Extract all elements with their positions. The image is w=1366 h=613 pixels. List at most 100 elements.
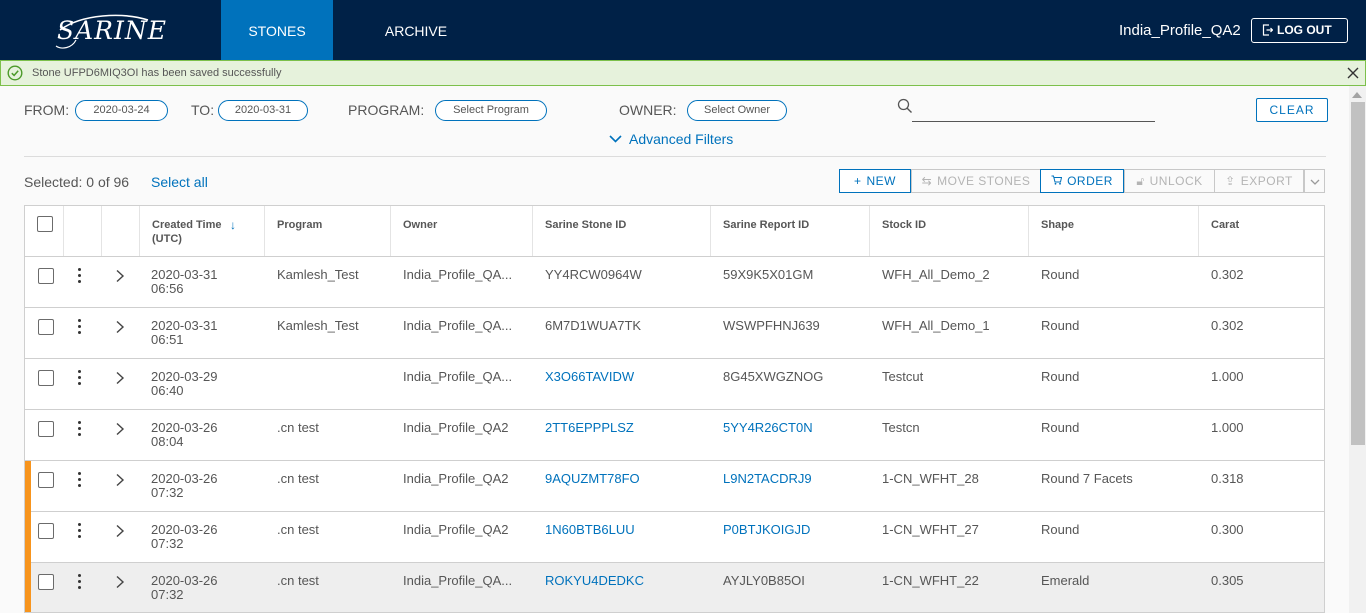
new-button[interactable]: + NEW — [839, 169, 911, 193]
row-menu-kebab-icon[interactable] — [75, 421, 83, 437]
cell-shape: Round — [1041, 420, 1080, 435]
table-row[interactable]: 2020-03-26 07:32 .cn test India_Profile_QA.… — [25, 563, 1324, 612]
cell-stone-id[interactable]: 9AQUZMT78FO — [545, 472, 640, 486]
row-menu-kebab-icon[interactable] — [75, 472, 83, 488]
row-checkbox[interactable] — [38, 268, 54, 284]
created-date: 2020-03-26 — [151, 522, 218, 537]
cell-stone-id[interactable]: 1N60BTB6LUU — [545, 523, 635, 537]
unlock-button[interactable]: 🔓︎ UNLOCK — [1124, 169, 1215, 193]
chevron-down-icon — [609, 135, 622, 143]
program-select[interactable]: Select Program — [435, 100, 547, 121]
cell-stock-id: 1-CN_WFHT_27 — [882, 522, 979, 537]
cell-report-id[interactable]: L9N2TACDRJ9 — [723, 472, 812, 486]
owner-select[interactable]: Select Owner — [687, 100, 787, 121]
clear-button[interactable]: CLEAR — [1256, 98, 1328, 122]
cell-report-id[interactable]: P0BTJKOIGJD — [723, 523, 810, 537]
logout-icon — [1262, 24, 1273, 36]
created-time: 08:04 — [151, 434, 184, 449]
column-label-created: Created Time — [152, 219, 222, 231]
export-icon: ⇪ — [1225, 174, 1236, 188]
plus-icon: + — [853, 174, 862, 188]
search-input[interactable] — [912, 99, 1155, 122]
select-all-link[interactable]: Select all — [151, 174, 208, 190]
cell-created-time: 2020-03-26 07:32 — [151, 523, 218, 551]
created-date: 2020-03-29 — [151, 369, 218, 384]
cell-stock-id: 1-CN_WFHT_28 — [882, 471, 979, 486]
logout-button[interactable]: LOG OUT — [1251, 18, 1348, 43]
column-header-stone-id[interactable]: Sarine Stone ID — [533, 206, 711, 256]
row-checkbox[interactable] — [38, 421, 54, 437]
created-time: 07:32 — [151, 587, 184, 602]
to-date-picker[interactable]: 2020-03-31 — [218, 100, 308, 121]
row-checkbox[interactable] — [38, 574, 54, 590]
chevron-right-icon[interactable] — [115, 422, 125, 436]
row-checkbox[interactable] — [38, 523, 54, 539]
select-all-checkbox[interactable] — [37, 216, 53, 232]
cell-report-id: 8G45XWGZNOG — [723, 369, 824, 384]
cell-report-id[interactable]: 5YY4R26CT0N — [723, 421, 813, 435]
chevron-right-icon[interactable] — [115, 575, 125, 589]
cell-stone-id[interactable]: 2TT6EPPPLSZ — [545, 421, 634, 435]
sarine-logo[interactable]: SARINE — [52, 10, 166, 52]
export-button[interactable]: ⇪ EXPORT — [1214, 169, 1304, 193]
column-header-shape[interactable]: Shape — [1029, 206, 1199, 256]
row-menu-kebab-icon[interactable] — [75, 523, 83, 539]
column-header-program[interactable]: Program — [265, 206, 391, 256]
column-header-stock-id[interactable]: Stock ID — [870, 206, 1029, 256]
created-time: 06:51 — [151, 332, 184, 347]
sort-down-icon: ↓ — [230, 218, 236, 232]
header-expand-cell — [102, 206, 140, 256]
order-button[interactable]: ORDER — [1040, 169, 1124, 193]
cell-report-id: 59X9K5X01GM — [723, 267, 814, 282]
table-row[interactable]: 2020-03-26 08:04 .cn test India_Profile_QA2… — [25, 410, 1324, 461]
scrollbar-thumb[interactable] — [1351, 102, 1365, 445]
cell-stone-id: YY4RCW0964W — [545, 267, 642, 282]
cell-created-time: 2020-03-31 06:51 — [151, 319, 218, 347]
advanced-filters-label: Advanced Filters — [629, 131, 734, 147]
cell-program: .cn test — [277, 522, 319, 537]
close-icon[interactable] — [1346, 66, 1360, 80]
column-header-created-time[interactable]: Created Time (UTC) ↓ — [140, 206, 265, 256]
chevron-right-icon[interactable] — [115, 371, 125, 385]
table-row[interactable]: 2020-03-26 07:32 .cn test India_Profile_QA2… — [25, 461, 1324, 512]
row-menu-kebab-icon[interactable] — [75, 370, 83, 386]
table-row[interactable]: 2020-03-29 06:40 India_Profile_QA... X3O66T… — [25, 359, 1324, 410]
table-row[interactable]: 2020-03-31 06:51 Kamlesh_Test India_Profile… — [25, 308, 1324, 359]
tab-archive[interactable]: ARCHIVE — [358, 0, 474, 60]
move-stones-button[interactable]: ⇆ MOVE STONES — [911, 169, 1041, 193]
table-header: Created Time (UTC) ↓ Program Owner Sarin… — [25, 206, 1324, 257]
scroll-up-arrow-icon[interactable] — [1352, 92, 1362, 98]
table-row[interactable]: 2020-03-26 07:32 .cn test India_Profile_QA2… — [25, 512, 1324, 563]
row-menu-kebab-icon[interactable] — [75, 319, 83, 335]
stones-table: Created Time (UTC) ↓ Program Owner Sarin… — [24, 205, 1325, 613]
chevron-right-icon[interactable] — [115, 524, 125, 538]
unlock-icon: 🔓︎ — [1136, 174, 1145, 188]
cell-stone-id[interactable]: X3O66TAVIDW — [545, 370, 634, 384]
column-header-owner[interactable]: Owner — [391, 206, 533, 256]
cell-carat: 0.302 — [1211, 267, 1244, 282]
logout-label: LOG OUT — [1277, 23, 1332, 37]
cell-stock-id: 1-CN_WFHT_22 — [882, 573, 979, 588]
cell-stone-id[interactable]: ROKYU4DEDKC — [545, 574, 644, 588]
row-checkbox[interactable] — [38, 319, 54, 335]
column-header-report-id[interactable]: Sarine Report ID — [711, 206, 870, 256]
chevron-right-icon[interactable] — [115, 320, 125, 334]
row-menu-kebab-icon[interactable] — [75, 574, 83, 590]
column-label-utc: (UTC) — [152, 233, 182, 245]
created-time: 07:32 — [151, 485, 184, 500]
export-dropdown-button[interactable] — [1304, 169, 1325, 193]
from-date-picker[interactable]: 2020-03-24 — [75, 100, 168, 121]
move-stones-label: MOVE STONES — [937, 174, 1031, 188]
row-menu-kebab-icon[interactable] — [75, 268, 83, 284]
selection-count: Selected: 0 of 96 — [24, 174, 130, 190]
row-checkbox[interactable] — [38, 472, 54, 488]
tab-stones[interactable]: STONES — [221, 0, 333, 60]
table-row[interactable]: 2020-03-31 06:56 Kamlesh_Test India_Profile… — [25, 257, 1324, 308]
chevron-right-icon[interactable] — [115, 269, 125, 283]
chevron-right-icon[interactable] — [115, 473, 125, 487]
cell-stock-id: WFH_All_Demo_1 — [882, 318, 990, 333]
row-checkbox[interactable] — [38, 370, 54, 386]
column-header-carat[interactable]: Carat — [1199, 206, 1324, 256]
alert-message: Stone UFPD6MIQ3OI has been saved success… — [32, 67, 282, 79]
cell-carat: 1.000 — [1211, 420, 1244, 435]
